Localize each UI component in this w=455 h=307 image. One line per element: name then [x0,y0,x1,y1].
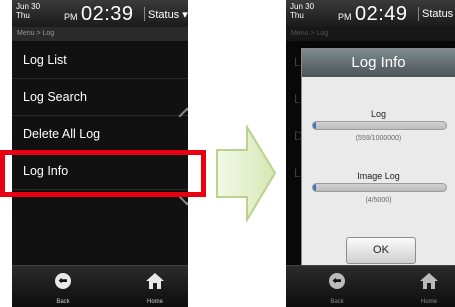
back-arrow-icon: ⬅ [329,273,345,289]
log-progress-fill [313,122,316,129]
menu-item-log-list[interactable]: Log List [12,42,188,79]
ampm-label: PM [338,12,352,22]
status-label: Status [148,9,180,21]
clock-time: 02:39 [81,3,134,25]
back-button[interactable]: ⬅ Back [312,270,362,306]
date: Jun 30 Thu [290,2,314,20]
back-button[interactable]: ⬅ Back [38,270,88,306]
highlight-box [0,150,206,197]
image-log-progress-bar [312,183,447,192]
right-arrow-icon [216,125,277,222]
menu-item-log-search[interactable]: Log Search [12,79,188,116]
image-log-progress-fill [313,184,316,191]
date-month-day: Jun 30 [16,2,41,11]
ampm-label: PM [64,12,78,22]
status-bar: Jun 30 Thu PM 02:39 Status ▾ [12,0,188,27]
log-label: Log [370,109,387,119]
home-icon [146,273,164,289]
menu-item-delete-all-log[interactable]: Delete All Log [12,116,188,153]
bottom-nav-bar: ⬅ Back Home [286,265,455,307]
right-phone-screen: Jun 30 Thu PM 02:49 Status Menu > Log L … [286,0,455,307]
status-dropdown[interactable]: Status [422,8,453,20]
log-count: (559/1000000) [355,135,402,142]
home-button[interactable]: Home [404,270,454,306]
clock-time: 02:49 [355,3,408,25]
date-month-day: Jun 30 [290,2,315,11]
bottom-nav-bar: ⬅ Back Home [12,265,188,307]
log-progress-bar [312,121,447,130]
status-dropdown[interactable]: Status ▾ [148,8,188,21]
home-icon [420,273,438,289]
status-bar: Jun 30 Thu PM 02:49 Status [286,0,455,27]
image-log-count: (4/5000) [365,197,392,204]
home-button[interactable]: Home [130,270,180,306]
back-label: Back [56,299,70,305]
home-label: Home [146,299,163,305]
date-weekday: Thu [16,11,30,20]
status-label: Status [422,8,454,20]
image-log-label: Image Log [357,171,400,181]
status-separator [144,7,145,21]
back-label: Back [330,299,344,305]
date-weekday: Thu [290,11,304,20]
back-arrow-icon: ⬅ [55,273,71,289]
breadcrumb: Menu > Log [12,27,188,41]
home-label: Home [420,299,437,305]
ok-button[interactable]: OK [346,237,416,264]
dialog-title: Log Info [302,49,455,77]
status-separator [418,7,419,21]
date: Jun 30 Thu [16,2,40,20]
chevron-down-icon: ▾ [182,9,188,21]
log-info-dialog: Log Info Log (559/1000000) Image Log (4/… [301,48,455,270]
